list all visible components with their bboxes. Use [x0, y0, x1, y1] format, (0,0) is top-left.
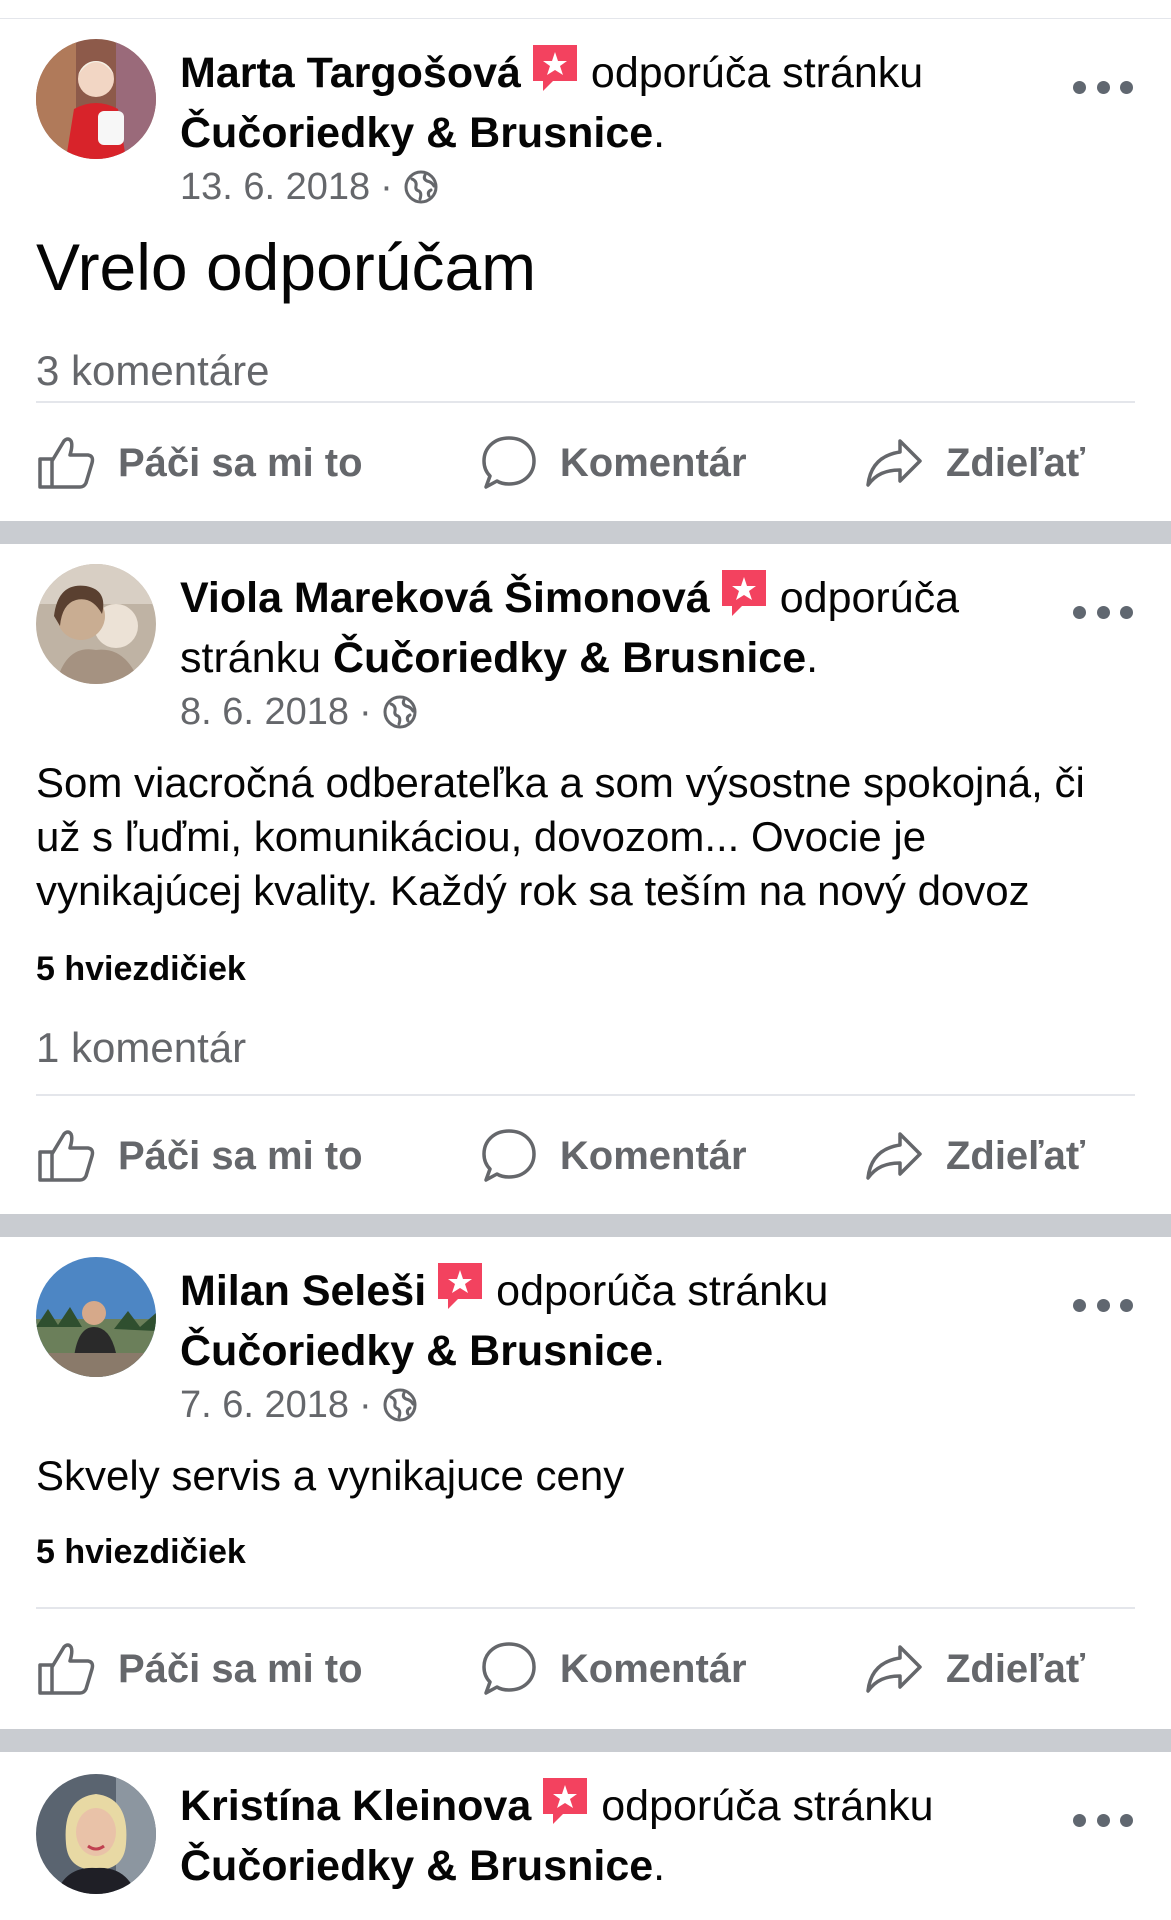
page-link[interactable]: Čučoriedky & Brusnice	[180, 109, 653, 157]
comment-label: Komentár	[559, 1133, 747, 1178]
post-date[interactable]: 7. 6. 2018	[180, 1383, 349, 1427]
action-bar: Páči sa mi to Komentár Zdieľať	[36, 423, 1135, 503]
page-link[interactable]: Čučoriedky & Brusnice	[333, 634, 806, 682]
recommendation-star-icon	[718, 566, 770, 618]
like-label: Páči sa mi to	[118, 1646, 363, 1691]
globe-icon	[404, 170, 438, 204]
post-date[interactable]: 13. 6. 2018	[180, 165, 370, 209]
avatar-image	[36, 1774, 156, 1894]
more-options-icon[interactable]	[1073, 602, 1133, 622]
like-label: Páči sa mi to	[118, 440, 363, 485]
page-suffix: .	[653, 1327, 666, 1375]
avatar-image	[36, 1257, 156, 1377]
actions-divider	[36, 1607, 1135, 1609]
post-separator	[0, 1729, 1171, 1752]
post-header: Viola Mareková Šimonová odporúča stránku …	[180, 566, 1030, 688]
action-bar: Páči sa mi to Komentár Zdieľať	[36, 1116, 1135, 1196]
author-name[interactable]: Marta Targošová	[180, 49, 521, 97]
post-header: Marta Targošová odporúča stránku Čučoriedk…	[180, 41, 1030, 163]
post-separator	[0, 1214, 1171, 1237]
like-label: Páči sa mi to	[118, 1133, 363, 1178]
page-suffix: .	[653, 1842, 666, 1890]
page-suffix: .	[806, 634, 819, 682]
avatar[interactable]	[36, 1257, 156, 1377]
share-label: Zdieľať	[945, 1646, 1085, 1691]
post-meta: 7. 6. 2018 ·	[180, 1383, 418, 1427]
meta-separator: ·	[380, 166, 393, 208]
review-post-4: Kristína Kleinova odporúča stránku Čučorie…	[0, 1752, 1171, 1912]
globe-icon	[383, 1388, 417, 1422]
post-meta: 13. 6. 2018 ·	[180, 165, 439, 209]
comment-bubble-icon	[482, 1129, 536, 1182]
like-button[interactable]: Páči sa mi to	[36, 1128, 363, 1184]
like-button[interactable]: Páči sa mi to	[36, 435, 363, 491]
comment-label: Komentár	[559, 440, 747, 485]
comments-count[interactable]: 1 komentár	[36, 1024, 246, 1072]
comments-count[interactable]: 3 komentáre	[36, 347, 269, 395]
review-post-1: Marta Targošová odporúča stránku Čučoriedk…	[0, 19, 1171, 521]
thumbs-up-icon	[38, 1643, 95, 1695]
page-suffix: .	[653, 109, 666, 157]
avatar-image	[36, 564, 156, 684]
share-label: Zdieľať	[945, 1133, 1085, 1178]
thumbs-up-icon	[38, 1130, 95, 1182]
share-button[interactable]: Zdieľať	[864, 437, 1085, 489]
author-name[interactable]: Milan Seleši	[180, 1267, 426, 1315]
post-header: Kristína Kleinova odporúča stránku Čučorie…	[180, 1774, 1030, 1896]
recommendation-star-icon	[434, 1259, 486, 1311]
author-name[interactable]: Kristína Kleinova	[180, 1782, 531, 1830]
globe-icon	[383, 695, 417, 729]
comment-button[interactable]: Komentár	[480, 1127, 747, 1185]
post-separator	[0, 521, 1171, 544]
avatar[interactable]	[36, 39, 156, 159]
actions-divider	[36, 1094, 1135, 1096]
page-link[interactable]: Čučoriedky & Brusnice	[180, 1842, 653, 1890]
thumbs-up-icon	[38, 437, 95, 489]
author-name[interactable]: Viola Mareková Šimonová	[180, 574, 710, 622]
star-rating: 5 hviezdičiek	[36, 950, 246, 988]
recommendation-star-icon	[529, 41, 581, 93]
more-options-icon[interactable]	[1073, 1810, 1133, 1830]
recommends-text: odporúča stránku	[590, 49, 924, 97]
review-post-2: Viola Mareková Šimonová odporúča stránku …	[0, 544, 1171, 1214]
share-label: Zdieľať	[945, 440, 1085, 485]
post-header: Milan Seleši odporúča stránku Čučoriedky &…	[180, 1259, 1030, 1381]
recommendation-star-icon	[539, 1774, 591, 1826]
action-bar: Páči sa mi to Komentár Zdieľať	[36, 1629, 1135, 1709]
comment-label: Komentár	[559, 1646, 747, 1691]
recommends-text: odporúča stránku	[496, 1267, 829, 1315]
recommends-text: odporúča stránku	[601, 1782, 934, 1830]
reviews-feed: Marta Targošová odporúča stránku Čučoriedk…	[0, 0, 1171, 1912]
like-button[interactable]: Páči sa mi to	[36, 1641, 363, 1697]
star-rating: 5 hviezdičiek	[36, 1533, 246, 1571]
comment-bubble-icon	[482, 1642, 536, 1695]
review-text: Vrelo odporúčam	[36, 230, 537, 304]
share-button[interactable]: Zdieľať	[864, 1643, 1085, 1695]
share-arrow-icon	[866, 439, 922, 487]
review-post-3: Milan Seleši odporúča stránku Čučoriedky &…	[0, 1237, 1171, 1729]
comment-button[interactable]: Komentár	[480, 1640, 747, 1698]
comment-button[interactable]: Komentár	[480, 434, 747, 492]
share-button[interactable]: Zdieľať	[864, 1130, 1085, 1182]
comment-bubble-icon	[482, 436, 536, 489]
avatar[interactable]	[36, 564, 156, 684]
more-options-icon[interactable]	[1073, 77, 1133, 97]
share-arrow-icon	[866, 1645, 922, 1693]
share-arrow-icon	[866, 1132, 922, 1180]
review-text: Skvely servis a vynikajuce ceny	[36, 1452, 625, 1499]
meta-separator: ·	[359, 691, 372, 733]
page-link[interactable]: Čučoriedky & Brusnice	[180, 1327, 653, 1375]
avatar-image	[36, 39, 156, 159]
more-options-icon[interactable]	[1073, 1295, 1133, 1315]
meta-separator: ·	[359, 1384, 372, 1426]
top-divider	[0, 0, 1171, 19]
avatar[interactable]	[36, 1774, 156, 1894]
post-meta: 8. 6. 2018 ·	[180, 690, 418, 734]
actions-divider	[36, 401, 1135, 403]
post-date[interactable]: 8. 6. 2018	[180, 690, 349, 734]
review-text: Som viacročná odberateľka a som výsostne…	[36, 759, 1085, 914]
